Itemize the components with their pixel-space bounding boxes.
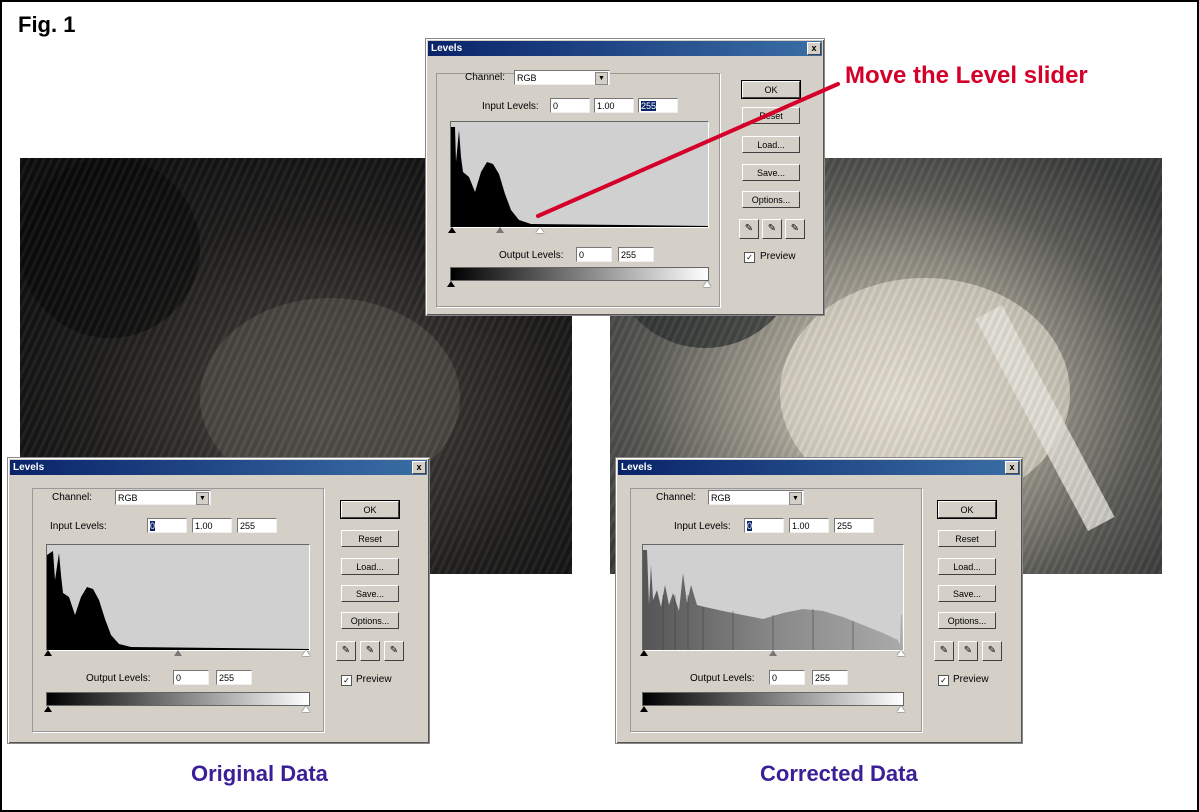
figure-frame: Fig. 1 Levels x Channel: RGB ▼ Input Leve… <box>0 0 1199 812</box>
callout-text: Move the Level slider <box>845 62 1088 89</box>
caption-corrected: Corrected Data <box>760 761 918 786</box>
callout-line <box>536 82 840 218</box>
caption-original: Original Data <box>191 761 328 786</box>
